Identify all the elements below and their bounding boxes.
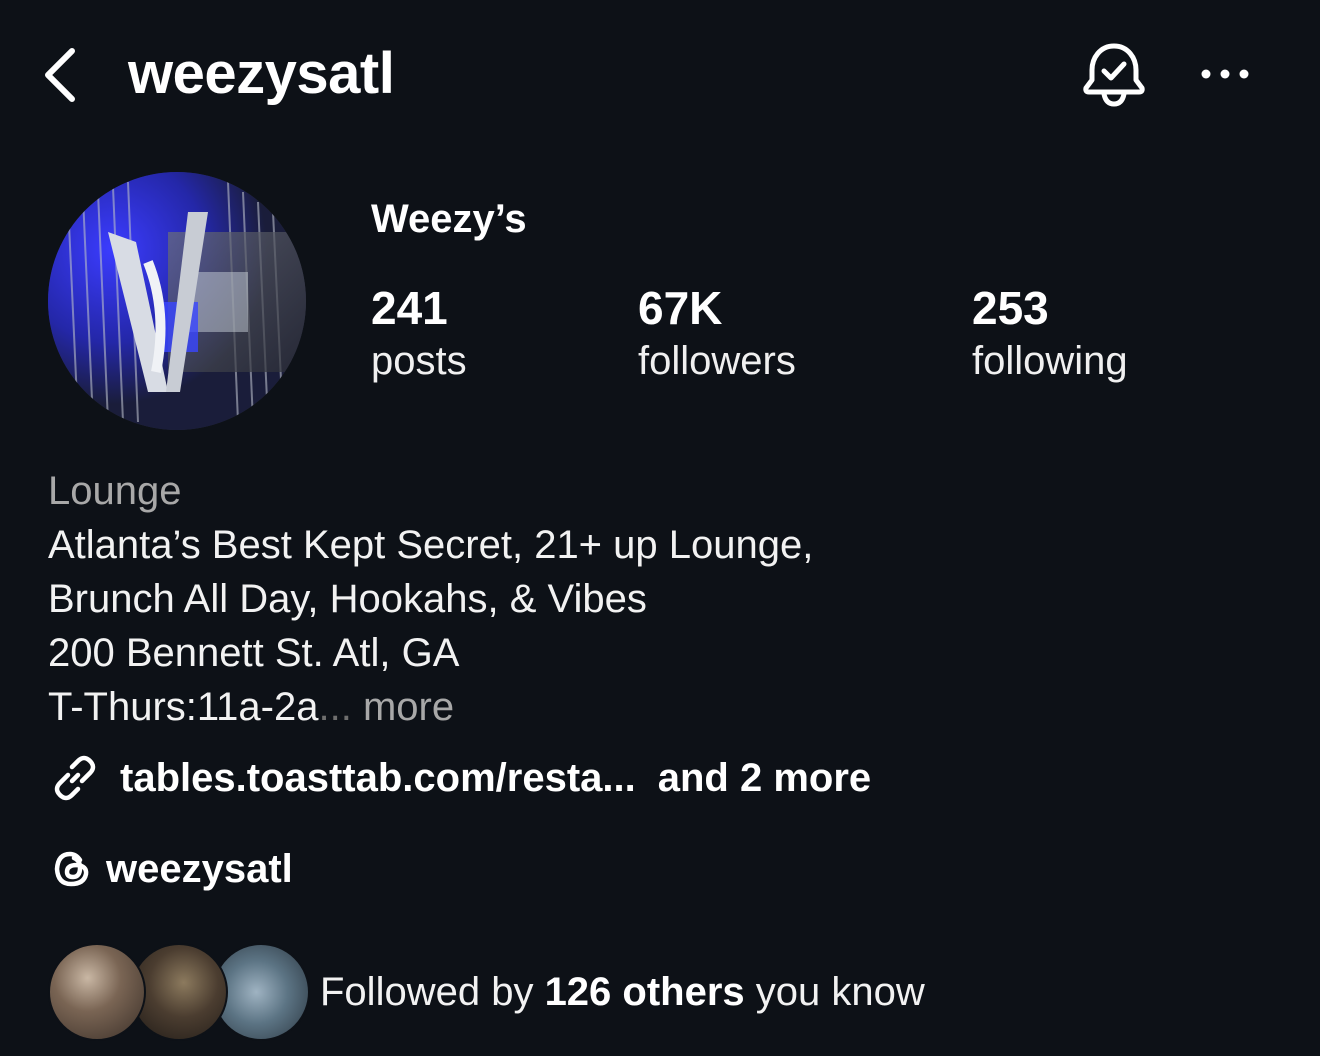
- followed-count: 126 others: [544, 969, 745, 1014]
- bio-ellipsis: ...: [318, 685, 352, 729]
- bio-links[interactable]: tables.toasttab.com/resta... and 2 more: [48, 746, 871, 810]
- bio-more-link[interactable]: more: [363, 685, 454, 729]
- threads-icon: [48, 845, 96, 893]
- link-icon: [48, 751, 102, 805]
- mutual-followers-text: Followed by 126 others you know: [320, 970, 925, 1015]
- chevron-left-icon: [45, 48, 75, 102]
- threads-handle: weezysatl: [106, 846, 293, 891]
- bio-line: 200 Bennett St. Atl, GA: [48, 631, 460, 675]
- more-options-button[interactable]: [1190, 48, 1260, 100]
- stat-following-label: following: [972, 339, 1128, 383]
- stat-posts-count: 241: [371, 282, 448, 334]
- mutual-avatar: [48, 943, 146, 1041]
- more-horizontal-icon: [1201, 69, 1249, 79]
- profile-display-name: Weezy’s: [371, 197, 527, 241]
- profile-avatar[interactable]: [48, 172, 306, 430]
- stat-following-count: 253: [972, 282, 1049, 334]
- followed-prefix: Followed by: [320, 969, 534, 1014]
- bio-line: Atlanta’s Best Kept Secret, 21+ up Loung…: [48, 523, 814, 567]
- stat-posts-label: posts: [371, 339, 467, 383]
- stat-followers-label: followers: [638, 339, 796, 383]
- bio-line: T-Thurs:11a-2a: [48, 685, 319, 729]
- profile-header: weezysatl: [0, 0, 1320, 150]
- notifications-button[interactable]: [1078, 38, 1150, 112]
- stat-following[interactable]: 253 following: [972, 280, 1128, 386]
- profile-bio: Lounge Atlanta’s Best Kept Secret, 21+ u…: [48, 464, 1248, 734]
- notification-bell-check-icon: [1083, 43, 1145, 107]
- mutual-followers[interactable]: Followed by 126 others you know: [48, 942, 925, 1042]
- followed-suffix: you know: [755, 969, 925, 1014]
- profile-avatar-photo: [48, 172, 306, 430]
- link-more-label[interactable]: and 2 more: [658, 756, 871, 801]
- stat-followers[interactable]: 67K followers: [638, 280, 796, 386]
- bio-category: Lounge: [48, 469, 182, 513]
- stat-posts[interactable]: 241 posts: [371, 280, 467, 386]
- profile-username-title: weezysatl: [128, 41, 395, 106]
- stat-followers-count: 67K: [638, 282, 723, 334]
- threads-badge[interactable]: weezysatl: [48, 838, 293, 900]
- link-primary-url[interactable]: tables.toasttab.com/resta...: [120, 756, 636, 801]
- bio-line-truncated: T-Thurs:11a-2a... more: [48, 680, 1248, 734]
- mutual-avatars: [48, 943, 310, 1041]
- bio-line: Brunch All Day, Hookahs, & Vibes: [48, 577, 647, 621]
- back-button[interactable]: [30, 40, 90, 110]
